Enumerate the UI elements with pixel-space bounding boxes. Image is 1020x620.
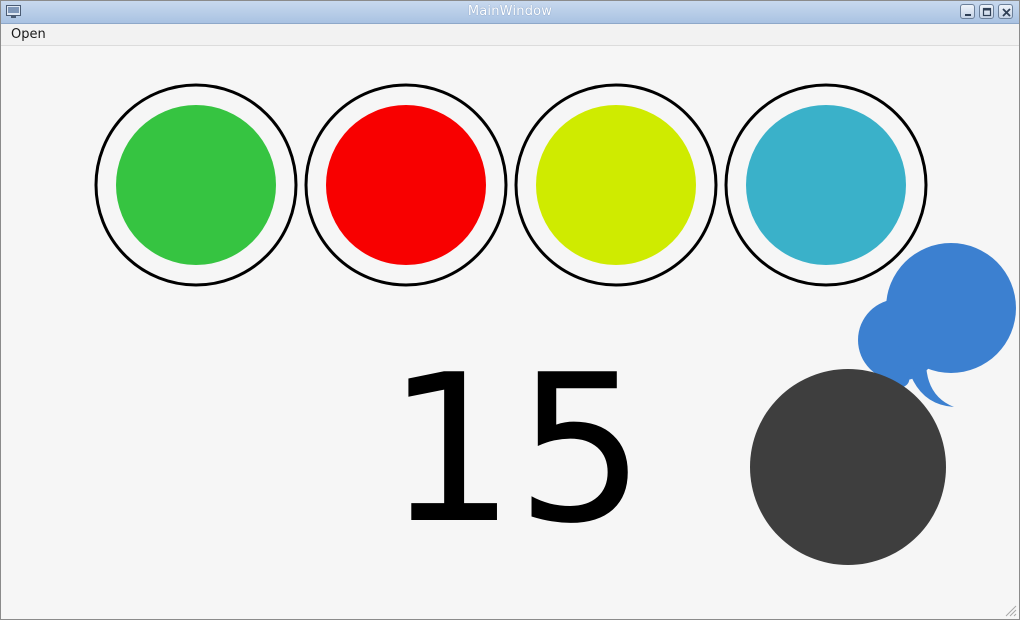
light-yellow[interactable] [536, 105, 696, 265]
light-red[interactable] [326, 105, 486, 265]
counter-value: 15 [386, 332, 646, 569]
light-green[interactable] [116, 105, 276, 265]
light-cyan[interactable] [746, 105, 906, 265]
main-window: MainWindow Open 15 [0, 0, 1020, 620]
resize-grip-icon[interactable] [1003, 603, 1017, 617]
dark-circle[interactable] [750, 369, 946, 565]
